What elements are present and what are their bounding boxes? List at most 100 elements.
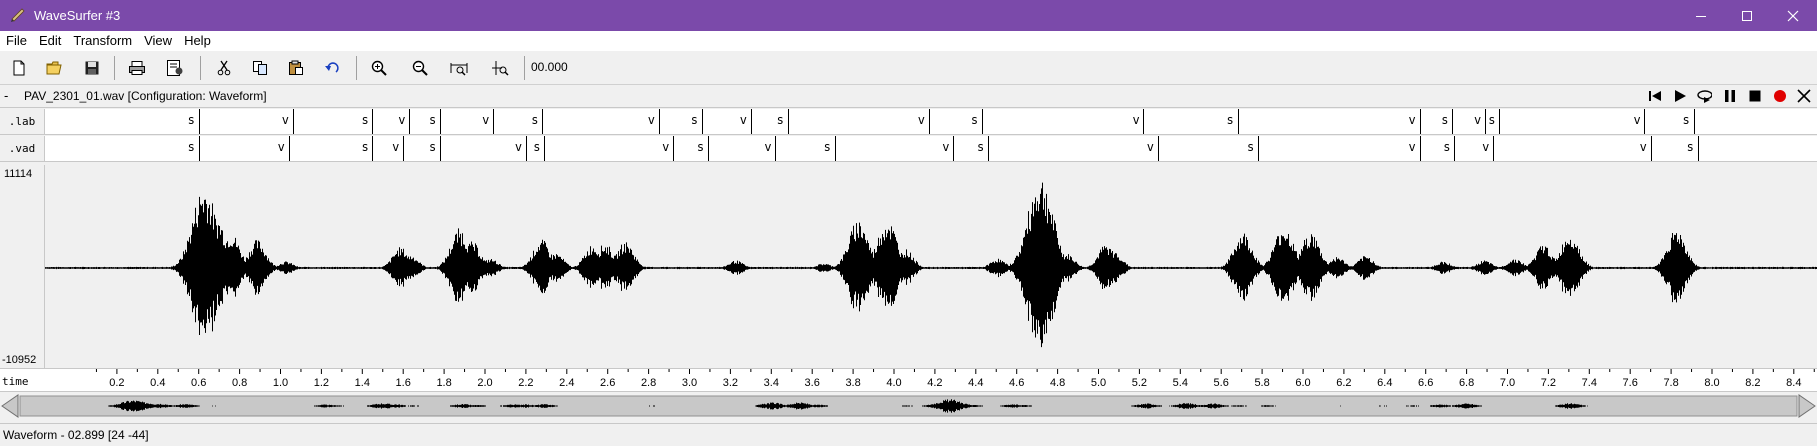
tier-label[interactable]: s [824, 140, 831, 154]
tier-label[interactable]: s [429, 140, 436, 154]
skip-to-start-icon[interactable] [1647, 88, 1663, 104]
tier-boundary[interactable] [659, 109, 660, 134]
tier-label[interactable]: s [1683, 113, 1690, 127]
tier-boundary[interactable] [929, 109, 930, 134]
stop-icon[interactable] [1747, 88, 1763, 104]
zoom-fit-icon[interactable] [448, 57, 470, 79]
tier-label[interactable]: s [691, 113, 698, 127]
tier-boundary[interactable] [199, 109, 200, 134]
print-icon[interactable] [126, 57, 148, 79]
tier-boundary[interactable] [988, 136, 989, 161]
properties-icon[interactable] [164, 57, 186, 79]
tier-label[interactable]: v [282, 113, 289, 127]
tier-boundary[interactable] [542, 109, 543, 134]
tier-label[interactable]: s [361, 113, 368, 127]
tier-label[interactable]: s [1488, 113, 1495, 127]
tier-label[interactable]: v [1409, 140, 1416, 154]
tier-label[interactable]: v [764, 140, 771, 154]
tier-label[interactable]: s [697, 140, 704, 154]
tier-label[interactable]: s [188, 140, 195, 154]
new-file-icon[interactable] [8, 57, 30, 79]
cut-icon[interactable] [213, 57, 235, 79]
tier-boundary[interactable] [953, 136, 954, 161]
record-icon[interactable] [1772, 88, 1788, 104]
tier-label[interactable]: s [361, 140, 368, 154]
menu-view[interactable]: View [138, 31, 178, 48]
tier-boundary[interactable] [835, 136, 836, 161]
tier-label[interactable]: v [662, 140, 669, 154]
tier-boundary[interactable] [403, 136, 404, 161]
tier-label[interactable]: v [1474, 113, 1481, 127]
tier-boundary[interactable] [372, 136, 373, 161]
tier-label[interactable]: s [188, 113, 195, 127]
tier-boundary[interactable] [1651, 136, 1652, 161]
tier-boundary[interactable] [982, 109, 983, 134]
tier-boundary[interactable] [1694, 109, 1695, 134]
tier-boundary[interactable] [1454, 136, 1455, 161]
close-sound-icon[interactable] [1796, 88, 1812, 104]
menu-help[interactable]: Help [178, 31, 217, 48]
tier-boundary[interactable] [289, 136, 290, 161]
close-icon[interactable] [1770, 0, 1816, 31]
play-loop-icon[interactable] [1696, 88, 1712, 104]
tier-boundary[interactable] [702, 109, 703, 134]
paste-icon[interactable] [285, 57, 307, 79]
tier-label[interactable]: v [1633, 113, 1640, 127]
tier-label[interactable]: s [977, 140, 984, 154]
tier-boundary[interactable] [1238, 109, 1239, 134]
tier-label[interactable]: v [1147, 140, 1154, 154]
tier-boundary[interactable] [409, 109, 410, 134]
tier-label[interactable]: s [1247, 140, 1254, 154]
tier-boundary[interactable] [1499, 109, 1500, 134]
menu-edit[interactable]: Edit [33, 31, 67, 48]
collapse-sound-button[interactable]: - [4, 88, 8, 103]
zoom-in-icon[interactable] [368, 57, 390, 79]
zoom-selection-icon[interactable] [489, 57, 511, 79]
tier-boundary[interactable] [1420, 136, 1421, 161]
tier-boundary[interactable] [1698, 136, 1699, 161]
tier-label[interactable]: v [278, 140, 285, 154]
zoom-out-icon[interactable] [409, 57, 431, 79]
tier-boundary[interactable] [544, 136, 545, 161]
waveform-pane[interactable]: 11114 -10952 [0, 165, 1817, 369]
tier-boundary[interactable] [372, 109, 373, 134]
tier-label[interactable]: v [398, 113, 405, 127]
tier-boundary[interactable] [1158, 136, 1159, 161]
tier-label[interactable]: s [531, 113, 538, 127]
tier-labels[interactable]: svsvsvsvsvsvsvsvsvsvss [44, 109, 1817, 134]
tier-boundary[interactable] [440, 109, 441, 134]
menu-transform[interactable]: Transform [67, 31, 138, 48]
open-folder-icon[interactable] [44, 57, 66, 79]
tier-boundary[interactable] [1452, 109, 1453, 134]
tier-boundary[interactable] [775, 136, 776, 161]
tier-label[interactable]: v [515, 140, 522, 154]
tier-label[interactable]: v [1409, 113, 1416, 127]
tier-boundary[interactable] [526, 136, 527, 161]
tier-label[interactable]: s [971, 113, 978, 127]
overview-scrollbar[interactable] [0, 392, 1817, 422]
tier-label[interactable]: s [429, 113, 436, 127]
tier-label[interactable]: v [648, 113, 655, 127]
tier-label[interactable]: s [1441, 113, 1448, 127]
tier-boundary[interactable] [751, 109, 752, 134]
tier-labels[interactable]: svsvsvsvsvsvsvsvsvvss [44, 136, 1817, 161]
tier-boundary[interactable] [1258, 136, 1259, 161]
tier-label[interactable]: v [1132, 113, 1139, 127]
tier-boundary[interactable] [1493, 136, 1494, 161]
menu-file[interactable]: File [0, 31, 33, 48]
maximize-icon[interactable] [1724, 0, 1770, 31]
minimize-icon[interactable] [1678, 0, 1724, 31]
play-icon[interactable] [1672, 88, 1688, 104]
tier-label[interactable]: s [777, 113, 784, 127]
copy-icon[interactable] [249, 57, 271, 79]
tier-label[interactable]: v [918, 113, 925, 127]
tier-boundary[interactable] [1143, 109, 1144, 134]
tier-label[interactable]: v [392, 140, 399, 154]
tier-label[interactable]: s [533, 140, 540, 154]
tier-boundary[interactable] [199, 136, 200, 161]
tier-label[interactable]: s [1227, 113, 1234, 127]
tier-boundary[interactable] [788, 109, 789, 134]
tier-label[interactable]: v [1482, 140, 1489, 154]
tier-boundary[interactable] [673, 136, 674, 161]
pause-icon[interactable] [1722, 88, 1738, 104]
